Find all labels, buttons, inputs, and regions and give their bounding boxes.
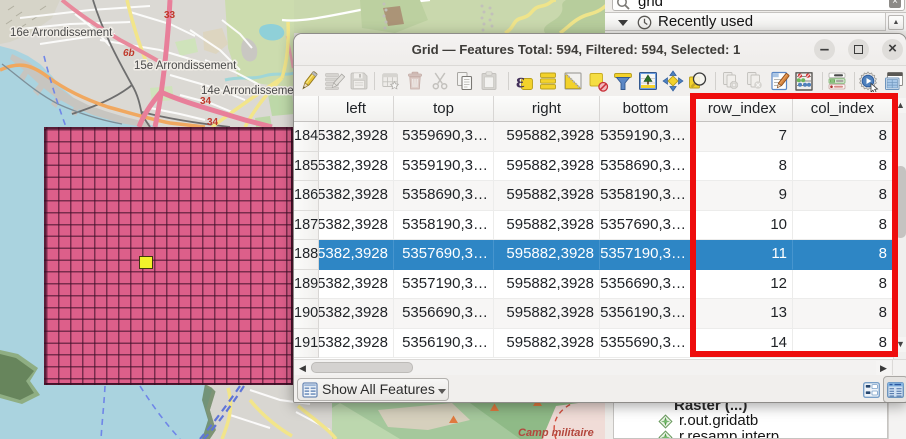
svg-text:16e Arrondissement: 16e Arrondissement [10,27,113,39]
svg-text:6b: 6b [123,48,135,59]
svg-text:34: 34 [200,96,212,107]
svg-text:33: 33 [164,10,176,21]
svg-text:ε: ε [516,71,525,93]
svg-text:15e Arrondissement: 15e Arrondissement [134,60,237,72]
svg-text:Camp militaire: Camp militaire [518,427,594,439]
svg-text:14e Arrondissement: 14e Arrondissement [201,85,304,97]
